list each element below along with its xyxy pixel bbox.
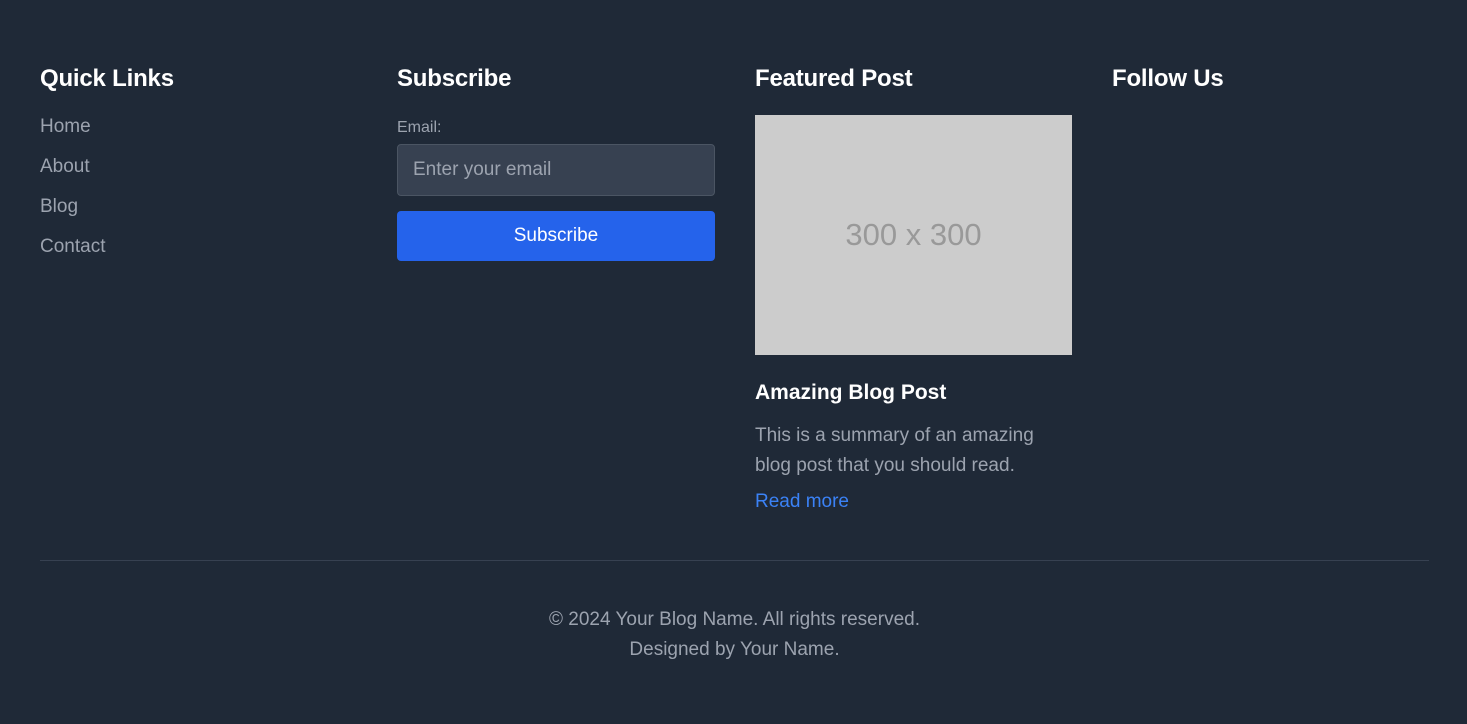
read-more-link[interactable]: Read more xyxy=(755,491,849,513)
copyright-text: © 2024 Your Blog Name. All rights reserv… xyxy=(549,609,920,630)
subscribe-button[interactable]: Subscribe xyxy=(397,211,715,261)
footer-columns: Quick Links Home About Blog Contact Subs… xyxy=(40,0,1429,560)
designed-by-text: Designed by Your Name. xyxy=(629,639,840,660)
image-placeholder-text: 300 x 300 xyxy=(845,217,982,252)
featured-post-summary: This is a summary of an amazing blog pos… xyxy=(755,425,1034,476)
quick-links-heading: Quick Links xyxy=(40,65,174,92)
quick-link-home[interactable]: Home xyxy=(40,116,91,138)
featured-post-title: Amazing Blog Post xyxy=(755,381,947,404)
follow-us-column: Follow Us xyxy=(1112,64,1429,560)
follow-us-heading: Follow Us xyxy=(1112,65,1224,92)
subscribe-heading: Subscribe xyxy=(397,65,512,92)
site-footer: Quick Links Home About Blog Contact Subs… xyxy=(0,0,1467,724)
quick-links-column: Quick Links Home About Blog Contact xyxy=(40,64,357,560)
featured-post-column: Featured Post 300 x 300 Amazing Blog Pos… xyxy=(755,64,1072,560)
quick-link-item: Contact xyxy=(40,236,357,276)
featured-post-heading: Featured Post xyxy=(755,65,913,92)
email-input[interactable] xyxy=(397,144,715,196)
quick-link-contact[interactable]: Contact xyxy=(40,236,105,258)
footer-bottom: © 2024 Your Blog Name. All rights reserv… xyxy=(40,561,1429,665)
quick-link-item: Home xyxy=(40,116,357,156)
quick-link-item: About xyxy=(40,156,357,196)
quick-link-item: Blog xyxy=(40,196,357,236)
quick-links-list: Home About Blog Contact xyxy=(40,116,357,276)
quick-link-blog[interactable]: Blog xyxy=(40,196,78,218)
featured-post-image: 300 x 300 xyxy=(755,115,1072,355)
email-label: Email: xyxy=(397,119,442,136)
quick-link-about[interactable]: About xyxy=(40,156,90,178)
subscribe-column: Subscribe Email: Subscribe xyxy=(397,64,715,560)
